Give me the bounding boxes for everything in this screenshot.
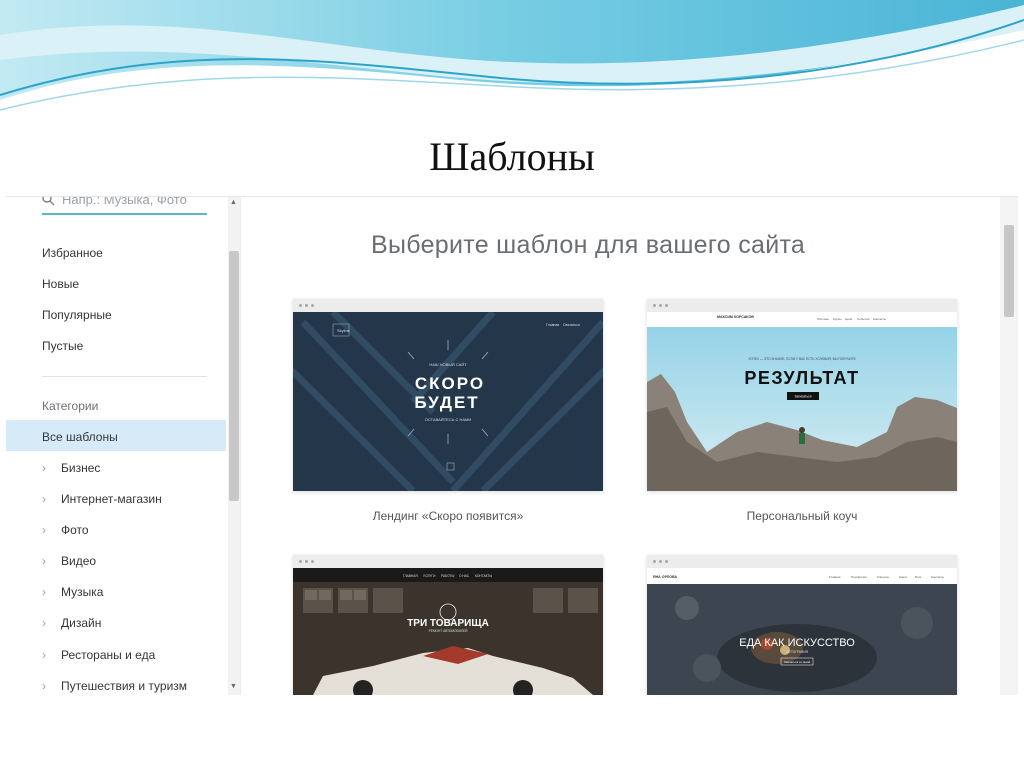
category-design[interactable]: › Дизайн xyxy=(42,616,101,630)
categories-heading: Категории xyxy=(42,399,99,413)
preview-nav: Главная xyxy=(829,575,841,579)
sidebar-item-new[interactable]: Новые xyxy=(42,277,79,291)
category-label: Дизайн xyxy=(61,616,102,630)
template-name[interactable]: Персональный коуч xyxy=(647,509,957,523)
template-card-car-repair[interactable]: ГЛАВНАЯ УСЛУГИ РАБОТЫ О НАС КОНТАКТЫ ТРИ… xyxy=(293,555,603,695)
preview-headline-1: СКОРО xyxy=(415,374,485,393)
search-icon xyxy=(42,197,55,206)
template-card-personal-coach[interactable]: МАКСИМ КОРСАКОВ Обо мне Курсы Цели Событ… xyxy=(647,299,957,491)
chevron-right-icon: › xyxy=(42,648,46,662)
preview-nav: Цели xyxy=(845,317,853,321)
window-bar xyxy=(647,555,957,568)
sidebar-item-favorites[interactable]: Избранное xyxy=(42,246,103,260)
category-video[interactable]: › Видео xyxy=(42,554,96,568)
preview-headline: РЕЗУЛЬТАТ xyxy=(744,368,859,388)
template-card-coming-soon[interactable]: Skyline Главная Связаться НАШ НОВЫЙ САЙТ… xyxy=(293,299,603,491)
category-label: Интернет-магазин xyxy=(61,492,162,506)
preview-headline: ТРИ ТОВАРИЩА xyxy=(407,618,489,629)
slide-title: Шаблоны xyxy=(429,134,595,179)
preview-nav: Блог xyxy=(915,575,921,579)
chevron-right-icon: › xyxy=(42,679,46,693)
preview-nav: УСЛУГИ xyxy=(423,574,436,578)
category-label: Музыка xyxy=(61,585,104,599)
wave-decoration xyxy=(0,0,1024,111)
preview-sub: ФОТОГРАФИЯ xyxy=(786,650,809,654)
preview-nav: Клиенты xyxy=(877,575,889,579)
preview-nav: Главная xyxy=(546,323,559,327)
category-ecommerce[interactable]: › Интернет-магазин xyxy=(42,492,162,506)
category-label: Бизнес xyxy=(61,461,101,475)
divider xyxy=(42,376,207,377)
templates-panel: Выберите шаблон для вашего сайта Skyline… xyxy=(240,197,1001,695)
preview-button: Связаться со мной xyxy=(784,660,811,664)
preview-kicker: НАШ НОВЫЙ САЙТ xyxy=(429,362,467,367)
preview-nav: Контакты xyxy=(873,317,886,321)
preview-brand: МАКСИМ КОРСАКОВ xyxy=(717,315,754,319)
scrollbar-thumb[interactable] xyxy=(229,251,239,501)
preview-headline-2: БУДЕТ xyxy=(414,393,479,412)
scroll-down-icon[interactable]: ▼ xyxy=(230,683,237,690)
template-preview: ЯНА ОРЛОВА Главная Портфолио Клиенты Кни… xyxy=(647,568,957,695)
category-label: Рестораны и еда xyxy=(61,648,156,662)
category-label: Фото xyxy=(61,523,89,537)
template-card-food-photo[interactable]: ЯНА ОРЛОВА Главная Портфолио Клиенты Кни… xyxy=(647,555,957,695)
category-photo[interactable]: › Фото xyxy=(42,523,89,537)
category-label: Видео xyxy=(61,554,97,568)
preview-nav: РАБОТЫ xyxy=(441,574,455,578)
scrollbar-thumb[interactable] xyxy=(1004,225,1014,317)
preview-nav: Обо мне xyxy=(817,317,829,321)
preview-nav: Связаться xyxy=(563,323,580,327)
preview-button: Записаться xyxy=(795,395,812,399)
preview-nav: Портфолио xyxy=(851,575,867,579)
preview-nav: События xyxy=(857,317,870,321)
preview-sub: РЕМОНТ АВТОМОБИЛЕЙ xyxy=(429,629,469,633)
page-title: Выберите шаблон для вашего сайта xyxy=(371,231,806,259)
sidebar-item-popular[interactable]: Популярные xyxy=(42,308,112,322)
preview-brand: ЯНА ОРЛОВА xyxy=(653,575,677,579)
search-input[interactable]: Напр.: Музыка, Фото xyxy=(42,196,207,215)
main-scrollbar[interactable] xyxy=(1000,197,1018,695)
preview-nav: КОНТАКТЫ xyxy=(475,574,492,578)
sidebar-scrollbar[interactable]: ▲ ▼ xyxy=(228,197,240,695)
category-label: Путешествия и туризм xyxy=(61,679,188,693)
template-name[interactable]: Лендинг «Скоро появится» xyxy=(293,509,603,523)
preview-sub: ОСТАВАЙТЕСЬ С НАМИ xyxy=(425,417,472,422)
scroll-up-icon[interactable]: ▲ xyxy=(230,199,237,206)
chevron-right-icon: › xyxy=(42,492,46,506)
preview-nav: О НАС xyxy=(459,574,470,578)
search-placeholder: Напр.: Музыка, Фото xyxy=(62,196,187,207)
preview-headline: ЕДА КАК ИСКУССТВО xyxy=(739,637,855,649)
sidebar: Напр.: Музыка, Фото Избранное Новые Попу… xyxy=(6,197,228,695)
category-restaurants[interactable]: › Рестораны и еда xyxy=(42,648,155,662)
preview-nav: ГЛАВНАЯ xyxy=(403,574,418,578)
template-preview: ГЛАВНАЯ УСЛУГИ РАБОТЫ О НАС КОНТАКТЫ ТРИ… xyxy=(293,568,603,695)
sidebar-item-blank[interactable]: Пустые xyxy=(42,339,83,353)
template-preview: Skyline Главная Связаться НАШ НОВЫЙ САЙТ… xyxy=(293,312,603,491)
template-preview: МАКСИМ КОРСАКОВ Обо мне Курсы Цели Событ… xyxy=(647,312,957,491)
category-music[interactable]: › Музыка xyxy=(42,585,103,599)
chevron-right-icon: › xyxy=(42,523,46,537)
window-bar xyxy=(293,555,603,568)
preview-nav: Контакты xyxy=(931,575,944,579)
window-bar xyxy=(647,299,957,312)
category-travel[interactable]: › Путешествия и туризм xyxy=(42,679,187,693)
screenshot-frame: Напр.: Музыка, Фото Избранное Новые Попу… xyxy=(6,196,1018,695)
category-business[interactable]: › Бизнес xyxy=(42,461,100,475)
chevron-right-icon: › xyxy=(42,616,46,630)
preview-kicker: УСПЕХ — ЭТО ЗНАНИЕ, ЕСЛИ У ВАС ЕСТЬ УСЛО… xyxy=(748,357,856,361)
preview-nav: Курсы xyxy=(833,317,842,321)
window-bar xyxy=(293,299,603,312)
sidebar-item-all-templates-label: Все шаблоны xyxy=(42,430,118,444)
preview-nav: Книга xyxy=(899,575,907,579)
chevron-right-icon: › xyxy=(42,461,46,475)
chevron-right-icon: › xyxy=(42,585,46,599)
preview-brand: Skyline xyxy=(337,328,351,333)
chevron-right-icon: › xyxy=(42,554,46,568)
